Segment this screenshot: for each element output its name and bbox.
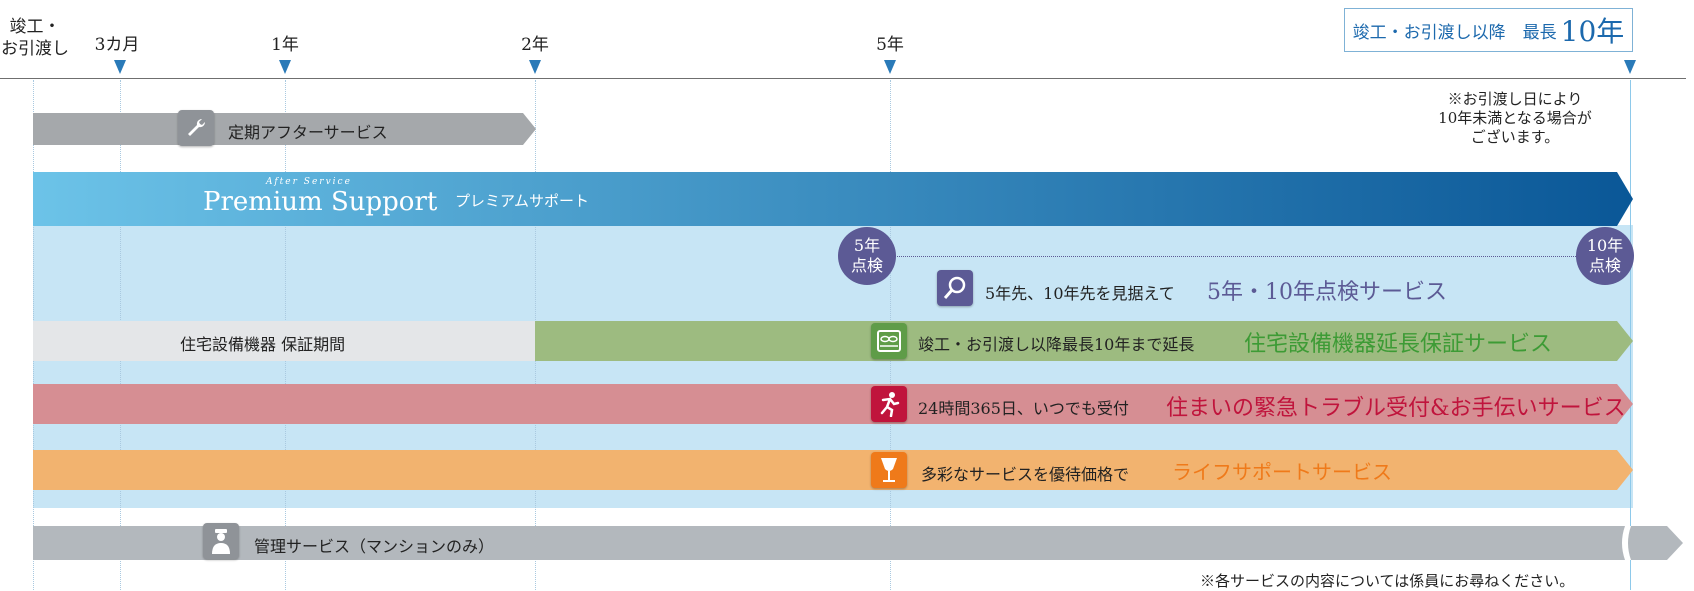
max-period-note-line1: ※お引渡し日により <box>1447 90 1583 108</box>
max-period-note-line2: 10年未満となる場合が <box>1438 109 1592 127</box>
max-period-text: 竣工・お引渡し以降 最長 <box>1352 22 1557 43</box>
marker-2-years <box>529 60 541 74</box>
life-support-service-name: ライフサポートサービス <box>1172 460 1392 484</box>
timeline-axis <box>0 78 1686 79</box>
premium-support-logo: Premium Support <box>203 187 438 217</box>
max-period-value: 10年 <box>1560 15 1625 48</box>
premium-support-subtitle: プレミアムサポート <box>455 192 589 210</box>
stove-icon <box>871 323 907 359</box>
inspection-service-name: 5年・10年点検サービス <box>1207 280 1447 305</box>
tick-3-months: 3カ月 <box>94 35 140 55</box>
inspection-circle-10-year: 10年 点検 <box>1576 227 1634 285</box>
marker-5-years <box>884 60 896 74</box>
start-label: 竣工・ お引渡し <box>0 16 70 60</box>
inspection-circle-10-year-line1: 10年 <box>1586 236 1624 255</box>
footnote: ※各サービスの内容については係員にお尋ねください。 <box>1200 572 1575 590</box>
emergency-service-name: 住まいの緊急トラブル受付&お手伝いサービス <box>1166 396 1626 421</box>
marker-1-year <box>279 60 291 74</box>
person-icon <box>203 523 239 559</box>
inspection-circle-10-year-line2: 点検 <box>1588 256 1621 275</box>
inspection-circle-5-year-line1: 5年 <box>853 236 881 255</box>
management-service-label: 管理サービス（マンションのみ） <box>254 537 495 556</box>
life-support-description: 多彩なサービスを優待価格で <box>921 465 1130 484</box>
emergency-description: 24時間365日、いつでも受付 <box>918 399 1129 418</box>
inspection-circle-5-year-line2: 点検 <box>850 256 883 275</box>
glass-icon <box>871 452 907 488</box>
max-period-note: ※お引渡し日により 10年未満となる場合が ございます。 <box>1400 90 1630 147</box>
start-label-line2: お引渡し <box>1 39 69 59</box>
max-period-box: 竣工・お引渡し以降 最長 10年 <box>1344 8 1633 52</box>
running-person-icon <box>871 386 907 422</box>
start-label-line1: 竣工・ <box>9 17 61 37</box>
equipment-description: 竣工・お引渡し以降最長10年まで延長 <box>918 335 1195 354</box>
tick-5-years: 5年 <box>876 35 904 55</box>
wrench-icon <box>178 110 214 146</box>
inspection-circle-5-year: 5年 点検 <box>838 227 896 285</box>
marker-10-years <box>1624 60 1636 74</box>
after-service-small: After Service <box>266 177 352 187</box>
periodic-service-label: 定期アフターサービス <box>228 123 388 142</box>
equipment-service-name: 住宅設備機器延長保証サービス <box>1244 332 1553 357</box>
max-period-note-line3: ございます。 <box>1470 128 1560 146</box>
magnifier-icon <box>937 270 973 306</box>
inspection-description: 5年先、10年先を見据えて <box>985 284 1175 303</box>
inspection-dotted-line <box>890 256 1630 257</box>
marker-3-months <box>114 60 126 74</box>
tick-1-year: 1年 <box>271 35 299 55</box>
equipment-warranty-label: 住宅設備機器 保証期間 <box>180 335 346 354</box>
life-support-bar <box>33 450 1633 490</box>
tick-2-years: 2年 <box>521 35 549 55</box>
